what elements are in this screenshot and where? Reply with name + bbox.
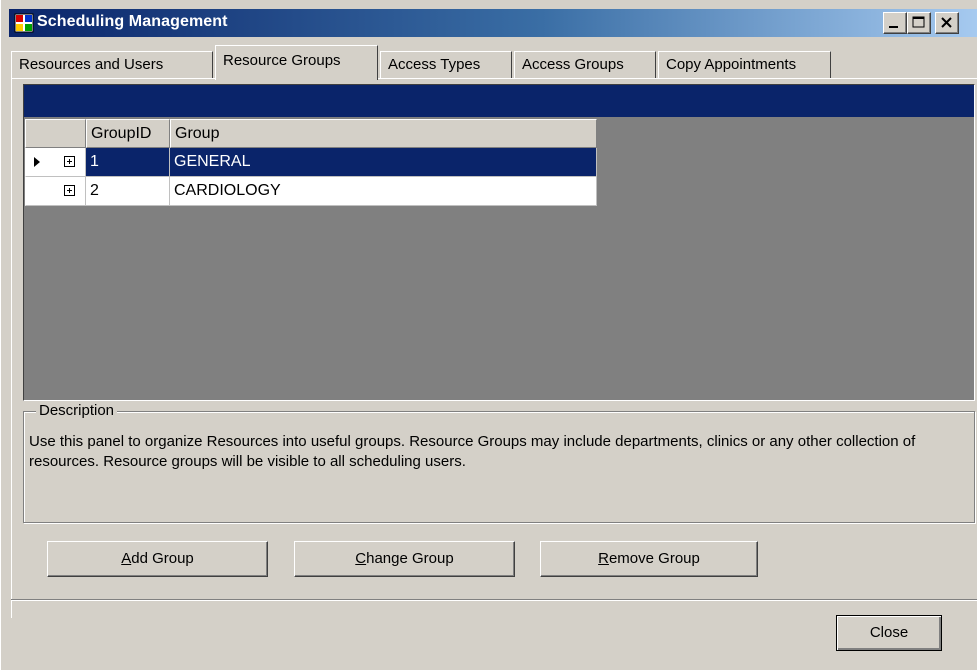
description-legend: Description: [36, 402, 118, 419]
change-group-label: hange Group: [366, 550, 454, 567]
expand-plus-icon[interactable]: [64, 156, 75, 167]
close-icon: [941, 17, 952, 28]
maximize-icon: [912, 16, 925, 28]
cell-group[interactable]: CARDIOLOGY: [170, 177, 597, 206]
tab-resources-and-users[interactable]: Resources and Users: [11, 51, 213, 79]
current-row-pointer-icon: [34, 157, 40, 167]
remove-group-button[interactable]: Remove Group: [540, 541, 758, 577]
cell-groupid[interactable]: 2: [86, 177, 170, 206]
expand-plus-icon[interactable]: [64, 185, 75, 196]
column-header-groupid[interactable]: GroupID: [86, 119, 170, 148]
tab-resource-groups[interactable]: Resource Groups: [215, 45, 378, 80]
add-group-button[interactable]: Add Group: [47, 541, 268, 577]
row-header[interactable]: [25, 177, 86, 206]
maximize-button[interactable]: [907, 12, 931, 34]
grid-corner-header: [25, 119, 86, 148]
tab-strip: Resources and Users Resource Groups Acce…: [11, 45, 971, 80]
remove-group-accel: R: [598, 550, 609, 567]
change-group-button[interactable]: Change Group: [294, 541, 515, 577]
minimize-icon: [889, 26, 898, 28]
close-button[interactable]: Close: [836, 615, 942, 651]
title-bar[interactable]: Scheduling Management: [9, 9, 977, 37]
app-icon: [14, 13, 34, 33]
resource-groups-grid[interactable]: GroupID Group 1 GENERAL 2 CARDIOLOGY: [23, 84, 975, 401]
window-title: Scheduling Management: [37, 13, 228, 30]
remove-group-label: emove Group: [608, 550, 700, 567]
footer-separator: [11, 599, 977, 601]
add-group-accel: A: [121, 550, 132, 567]
tab-access-types[interactable]: Access Types: [380, 51, 512, 79]
description-text: Use this panel to organize Resources int…: [29, 433, 916, 470]
column-header-group[interactable]: Group: [170, 119, 597, 148]
description-groupbox: Description Use this panel to organize R…: [23, 402, 975, 523]
cell-group[interactable]: GENERAL: [170, 148, 597, 177]
tab-copy-appointments[interactable]: Copy Appointments: [658, 51, 831, 79]
row-header[interactable]: [25, 148, 86, 177]
grid-caption-bar: [24, 85, 974, 117]
add-group-label: dd Group: [131, 550, 194, 567]
close-window-button[interactable]: [935, 12, 959, 34]
minimize-button[interactable]: [883, 12, 907, 34]
tab-access-groups[interactable]: Access Groups: [514, 51, 656, 79]
scheduling-management-window: Scheduling Management Resources and User…: [0, 0, 977, 670]
change-group-accel: C: [355, 550, 367, 567]
cell-groupid[interactable]: 1: [86, 148, 170, 177]
